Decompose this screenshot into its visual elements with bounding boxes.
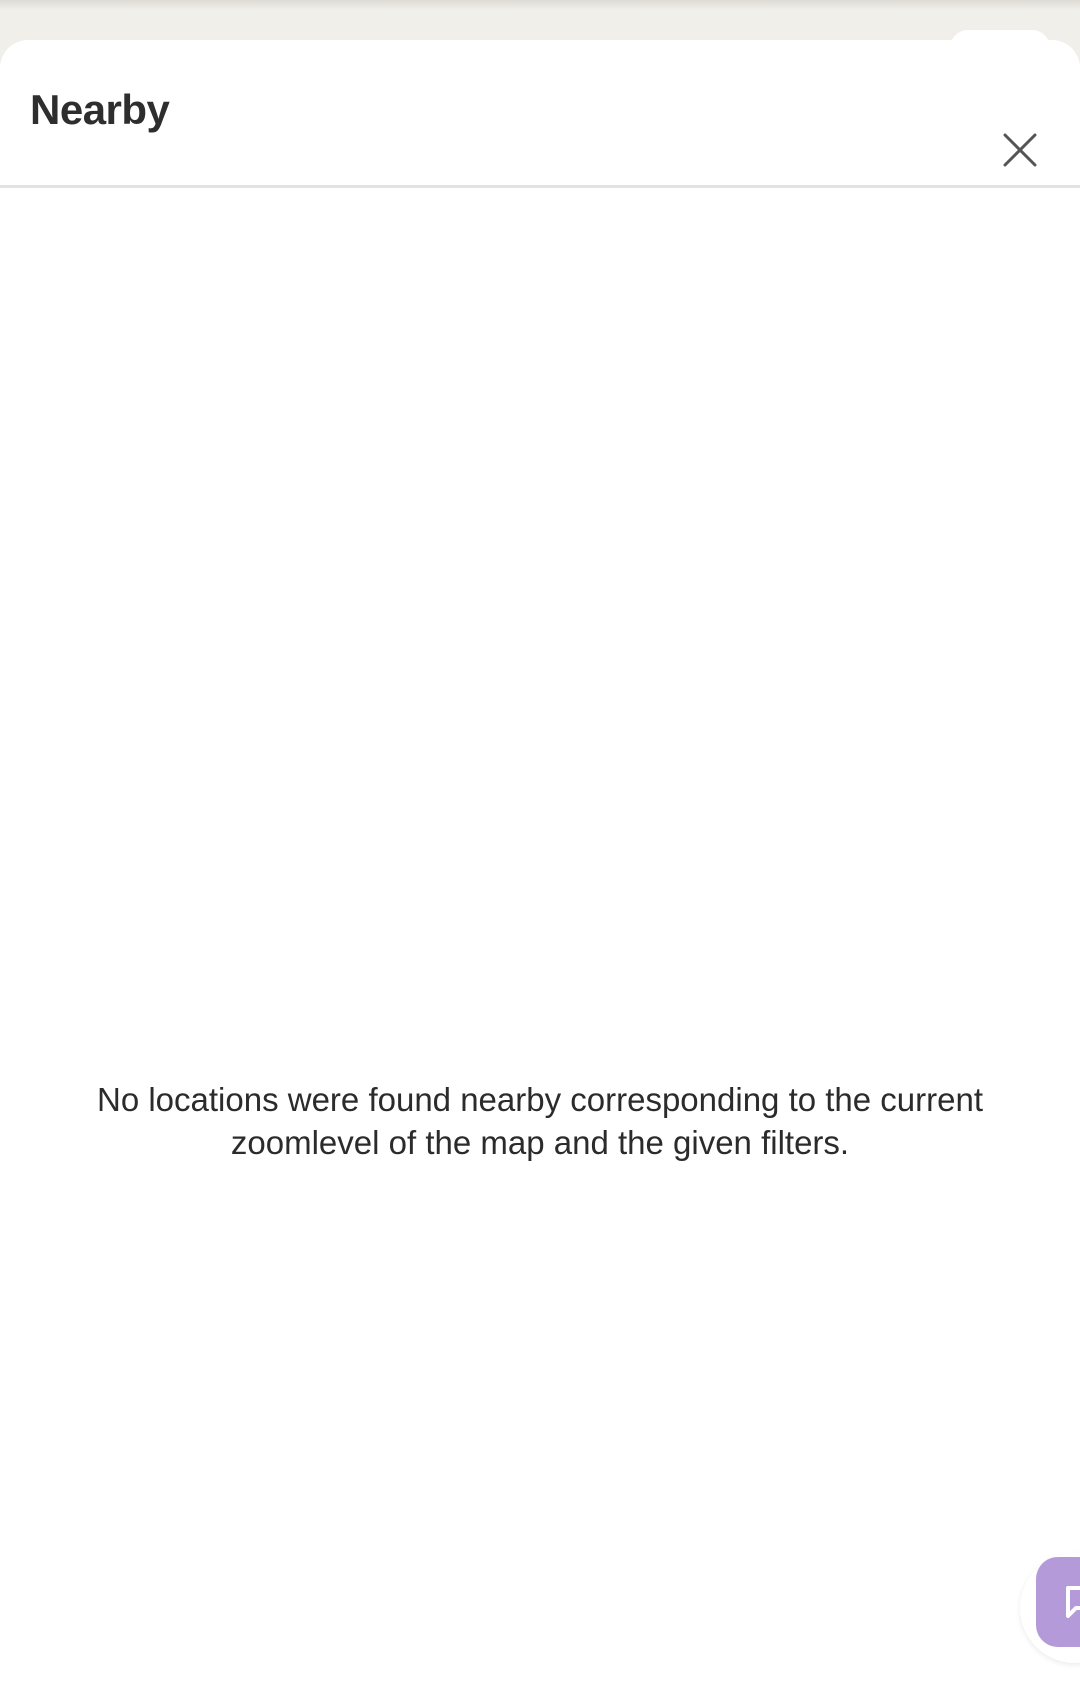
close-button[interactable]	[990, 120, 1050, 180]
chat-button-bubble	[1036, 1557, 1080, 1647]
sheet-header: Nearby	[0, 40, 1080, 188]
backdrop-shadow	[0, 0, 1080, 10]
empty-state-message: No locations were found nearby correspon…	[96, 1081, 984, 1161]
sheet-title: Nearby	[30, 86, 170, 133]
chat-bubble-icon	[1066, 1586, 1080, 1618]
close-icon	[1003, 133, 1037, 167]
nearby-sheet: Nearby	[0, 40, 1080, 1681]
